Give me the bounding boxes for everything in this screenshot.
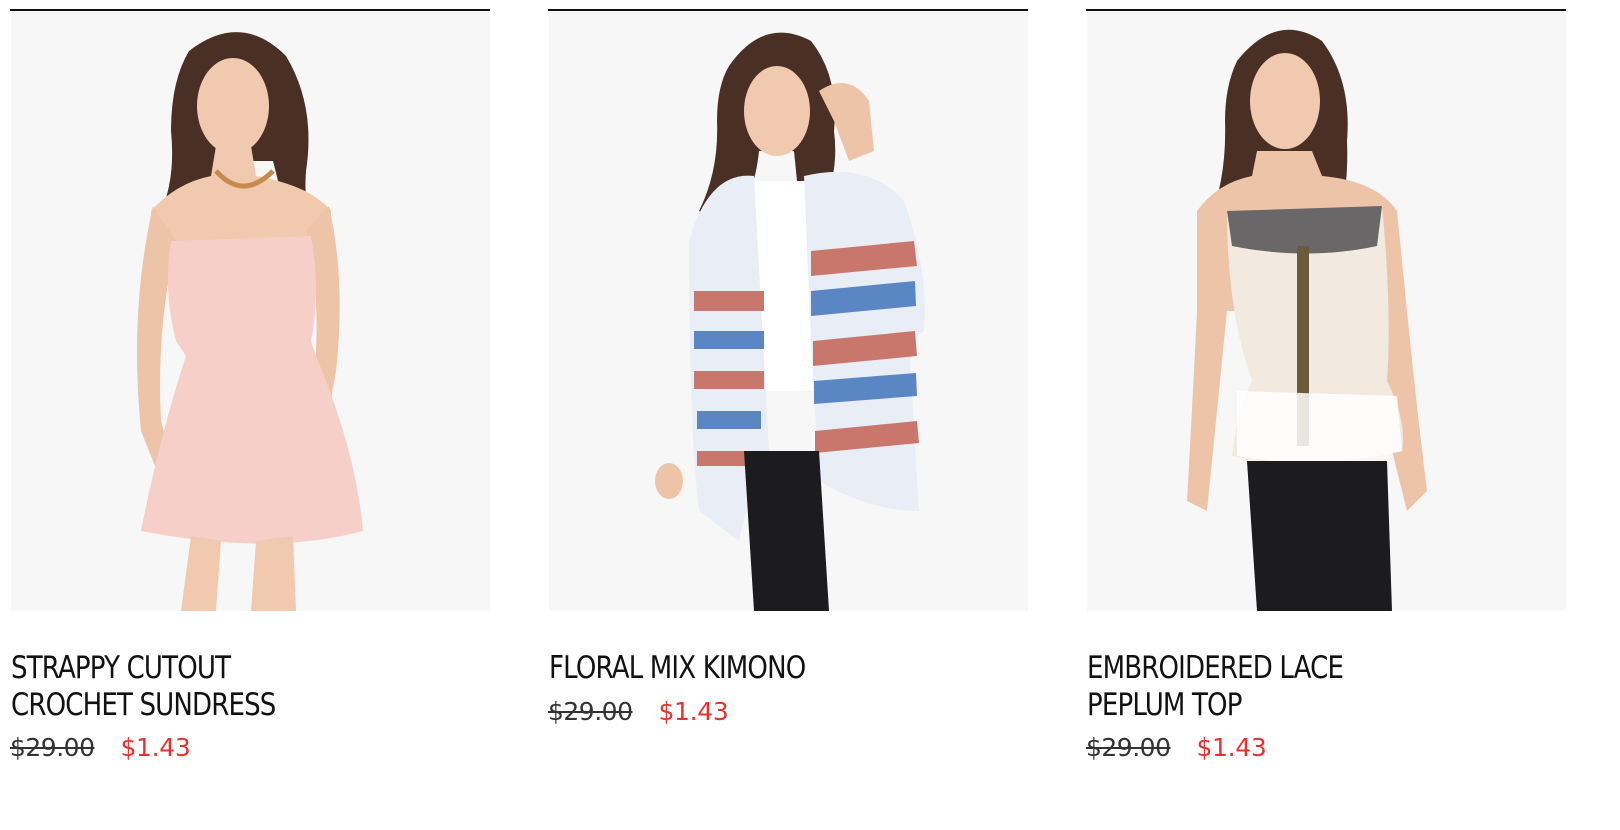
product-title-line: STRAPPY CUTOUT	[11, 650, 231, 686]
product-title[interactable]: EMBROIDERED LACE PEPLUM TOP	[1087, 650, 1440, 724]
price-row: $29.00 $1.43	[10, 733, 191, 762]
original-price: $29.00	[10, 733, 95, 762]
product-image-link[interactable]	[1087, 11, 1566, 611]
product-image-link[interactable]	[549, 11, 1028, 611]
model-embroidered-peplum-top-image	[1087, 11, 1566, 611]
original-price: $29.00	[548, 697, 633, 726]
product-title-line: CROCHET SUNDRESS	[11, 687, 276, 723]
model-floral-kimono-image	[549, 11, 1028, 611]
sale-price: $1.43	[120, 733, 191, 762]
price-row: $29.00 $1.43	[548, 697, 729, 726]
product-grid: STRAPPY CUTOUT CROCHET SUNDRESS $29.00 $…	[0, 0, 1620, 830]
sale-price: $1.43	[1196, 733, 1267, 762]
product-title[interactable]: FLORAL MIX KIMONO	[549, 650, 902, 687]
product-image-link[interactable]	[11, 11, 490, 611]
sale-price: $1.43	[658, 697, 729, 726]
original-price: $29.00	[1086, 733, 1171, 762]
product-title[interactable]: STRAPPY CUTOUT CROCHET SUNDRESS	[11, 650, 364, 724]
product-title-line: EMBROIDERED LACE	[1087, 650, 1344, 686]
product-title-line: PEPLUM TOP	[1087, 687, 1242, 723]
product-title-line: FLORAL MIX KIMONO	[549, 650, 806, 686]
price-row: $29.00 $1.43	[1086, 733, 1267, 762]
model-pink-sundress-image	[11, 11, 490, 611]
